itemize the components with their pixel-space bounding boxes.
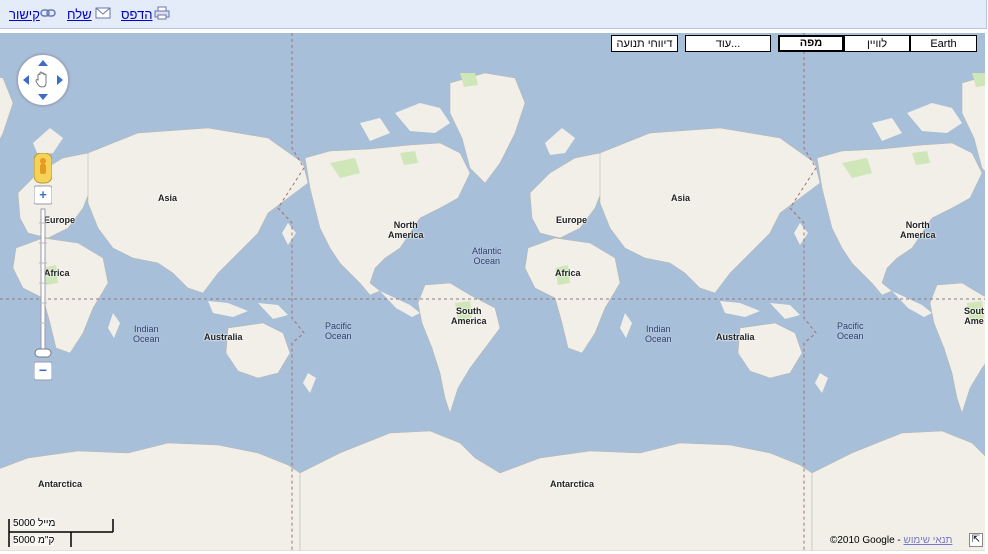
label-line: Ocean xyxy=(325,331,352,341)
label-line: America xyxy=(900,230,936,240)
label-south-america-east: Sout Ame xyxy=(964,306,984,326)
map-canvas[interactable]: Asia Europe Africa Indian Ocean Australia… xyxy=(0,33,985,551)
label-asia-west: Asia xyxy=(158,193,178,203)
copyright-text: ©2010 Google - xyxy=(830,535,901,546)
label-australia-east: Australia xyxy=(716,332,755,342)
map-type-map-button[interactable]: מפה xyxy=(778,35,844,52)
label-indian-ocean-east: Indian Ocean xyxy=(645,324,672,344)
top-toolbar: קישור שלח הדפס xyxy=(0,0,987,29)
label-pacific-ocean-east: Pacific Ocean xyxy=(837,321,864,341)
pan-left-icon[interactable] xyxy=(23,75,29,85)
label-line: Sout xyxy=(964,306,984,316)
zoom-out-button[interactable]: − xyxy=(34,362,52,380)
label-line: Ocean xyxy=(645,334,672,344)
traffic-button[interactable]: דיווחי תנועה xyxy=(611,35,678,52)
label-line: Ocean xyxy=(473,256,501,266)
label-atlantic-ocean: Atlantic Ocean xyxy=(472,246,502,266)
envelope-icon[interactable] xyxy=(95,6,111,20)
label-indian-ocean-west: Indian Ocean xyxy=(133,324,160,344)
label-antarctica-west: Antarctica xyxy=(38,479,83,489)
pan-down-icon[interactable] xyxy=(38,94,48,100)
map-type-satellite-button[interactable]: לוויין xyxy=(844,35,910,52)
label-africa-east: Africa xyxy=(555,268,581,278)
more-button[interactable]: עוד... xyxy=(685,35,771,52)
label-south-america-west: South America xyxy=(451,306,487,326)
label-line: Atlantic xyxy=(472,246,502,256)
pan-right-icon[interactable] xyxy=(57,75,63,85)
scale-miles: 5000 מייל xyxy=(13,518,56,529)
label-north-america-west: North America xyxy=(388,220,424,240)
zoom-control: + − xyxy=(34,153,52,383)
label-line: America xyxy=(451,316,487,326)
pan-up-icon[interactable] xyxy=(38,60,48,66)
expand-arrow-icon[interactable]: ⇱ xyxy=(969,533,983,547)
scale-bar: 5000 מייל 5000 ק"מ xyxy=(8,517,118,549)
label-australia-west: Australia xyxy=(204,332,243,342)
copyright-notice: ©2010 Google - תנאי שימוש xyxy=(830,535,952,546)
label-line: Pacific xyxy=(325,321,352,331)
world-map-tiles xyxy=(0,33,985,551)
label-line: Ocean xyxy=(837,331,864,341)
map-type-earth-button[interactable]: Earth xyxy=(910,35,977,52)
zoom-slider-handle[interactable] xyxy=(35,349,51,357)
zoom-in-button[interactable]: + xyxy=(34,186,52,204)
print-button[interactable]: הדפס xyxy=(121,7,153,22)
label-pacific-ocean-west: Pacific Ocean xyxy=(325,321,352,341)
send-button[interactable]: שלח xyxy=(67,7,92,22)
label-line: Ocean xyxy=(133,334,160,344)
label-line: Indian xyxy=(646,324,671,334)
label-line: America xyxy=(388,230,424,240)
hand-icon xyxy=(35,71,47,88)
terms-link[interactable]: תנאי שימוש xyxy=(904,535,953,546)
label-line: North xyxy=(905,220,930,230)
link-button[interactable]: קישור xyxy=(9,7,40,22)
label-antarctica-east: Antarctica xyxy=(550,479,595,489)
label-line: North xyxy=(393,220,418,230)
label-europe-east: Europe xyxy=(556,215,588,225)
pegman-icon[interactable] xyxy=(34,153,52,183)
scale-km: 5000 ק"מ xyxy=(13,535,55,546)
chain-link-icon[interactable] xyxy=(40,6,56,20)
printer-icon[interactable] xyxy=(154,6,170,20)
label-north-america-east: North America xyxy=(900,220,936,240)
label-line: Pacific xyxy=(837,321,864,331)
label-asia-east: Asia xyxy=(671,193,691,203)
pan-control[interactable] xyxy=(17,54,69,106)
label-line: Indian xyxy=(134,324,159,334)
label-line: South xyxy=(456,306,482,316)
label-line: Ame xyxy=(964,316,984,326)
